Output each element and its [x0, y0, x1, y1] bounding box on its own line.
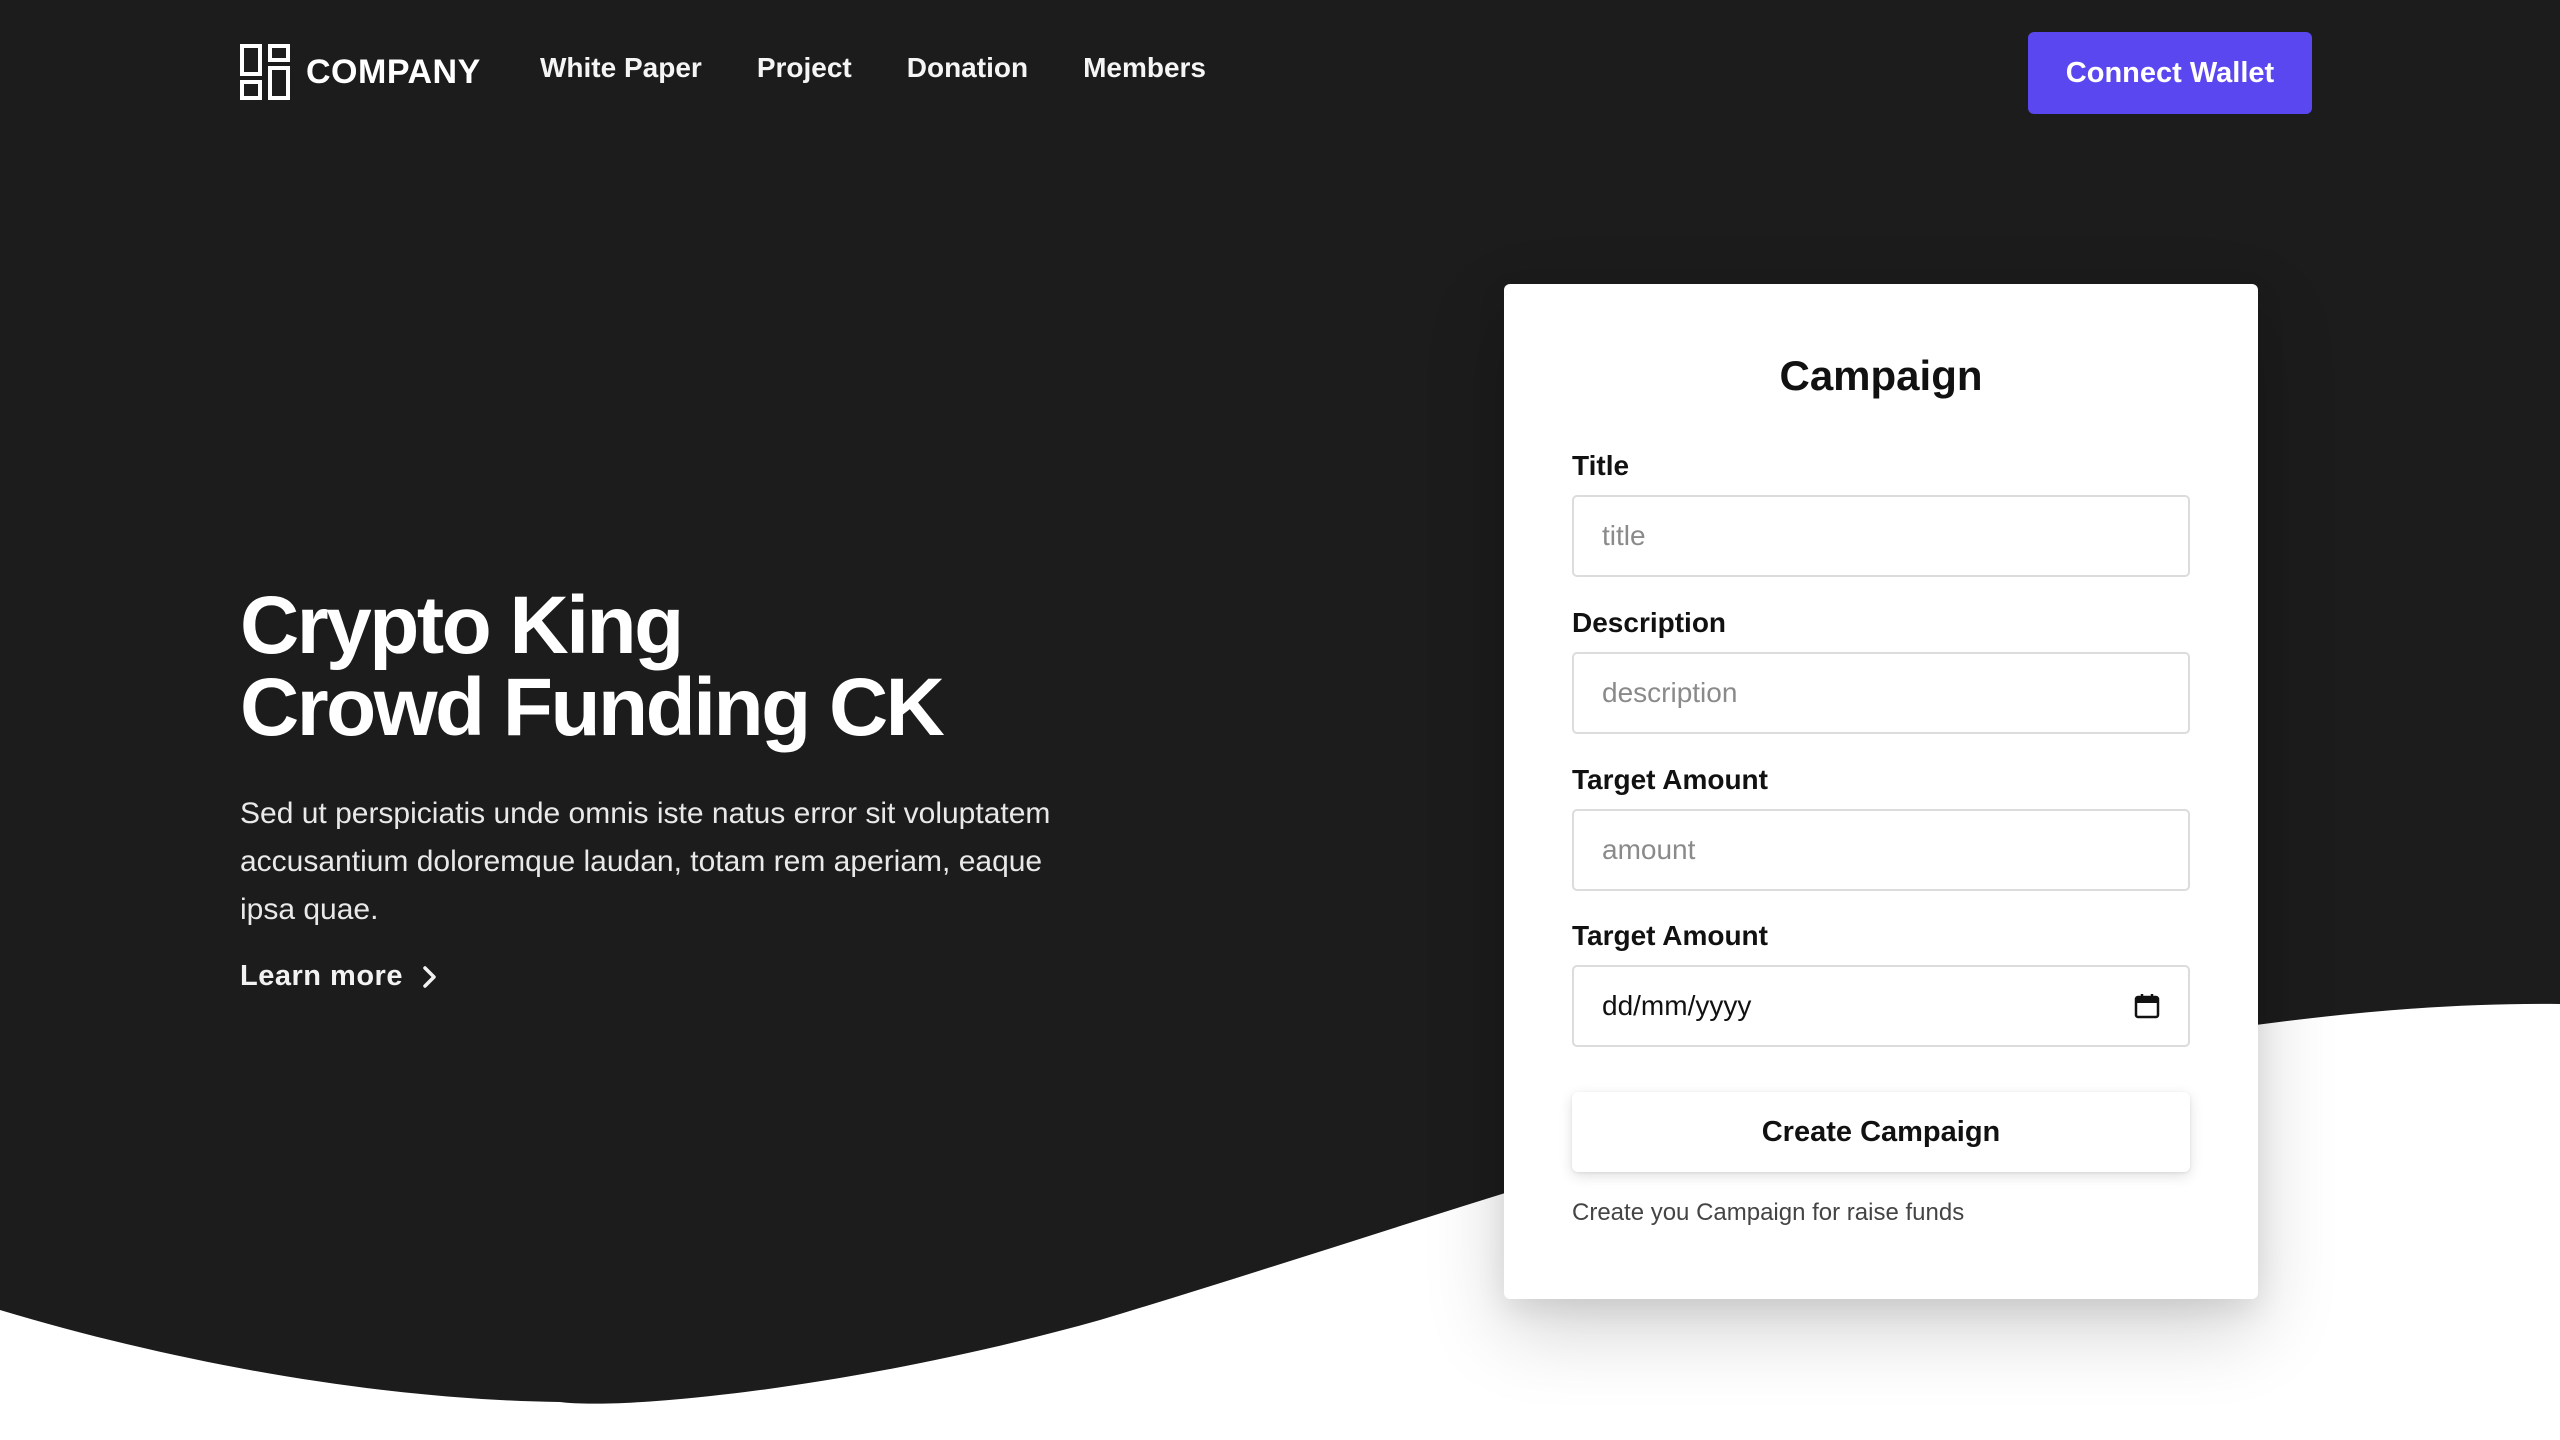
date-input-value: dd/mm/yyyy: [1602, 990, 1752, 1021]
calendar-icon[interactable]: [2134, 993, 2160, 1019]
description-label: Description: [1572, 607, 1727, 638]
chevron-right-icon: [423, 965, 436, 988]
main-nav: White Paper Project Donation Members: [540, 52, 1206, 84]
title-input[interactable]: [1572, 495, 2190, 577]
create-campaign-button[interactable]: Create Campaign: [1572, 1092, 2190, 1172]
target-date-label: Target Amount: [1572, 920, 1768, 951]
description-input[interactable]: [1572, 652, 2190, 734]
target-amount-input[interactable]: [1572, 809, 2190, 891]
hero-title-line-1: Crypto King: [240, 580, 684, 671]
title-label: Title: [1572, 450, 1630, 481]
campaign-form-heading: Campaign: [1779, 352, 1983, 399]
campaign-form-card: Campaign Title Description Target Amount…: [1504, 284, 2258, 1299]
nav-link-white-paper[interactable]: White Paper: [540, 52, 702, 84]
connect-wallet-button[interactable]: Connect Wallet: [2028, 32, 2312, 114]
target-amount-label: Target Amount: [1572, 764, 1768, 795]
learn-more-label: Learn more: [240, 960, 403, 992]
learn-more-link[interactable]: Learn more: [240, 960, 439, 993]
hero-description: Sed ut perspiciatis unde omnis iste natu…: [240, 797, 1051, 926]
hero-title-line-2: Crowd Funding CK: [240, 662, 945, 753]
campaign-form-note: Create you Campaign for raise funds: [1572, 1199, 1965, 1226]
nav-link-members[interactable]: Members: [1083, 52, 1206, 84]
nav-link-project[interactable]: Project: [757, 52, 852, 84]
brand-link[interactable]: COMPANY: [240, 44, 481, 100]
brand-name: COMPANY: [306, 52, 481, 91]
hero-title: Crypto King Crowd Funding CK: [240, 585, 1140, 749]
target-date-input[interactable]: dd/mm/yyyy: [1572, 965, 2190, 1047]
grid-logo-icon: [240, 44, 290, 100]
nav-link-donation[interactable]: Donation: [907, 52, 1028, 84]
top-navbar: COMPANY White Paper Project Donation Mem…: [0, 0, 2560, 145]
